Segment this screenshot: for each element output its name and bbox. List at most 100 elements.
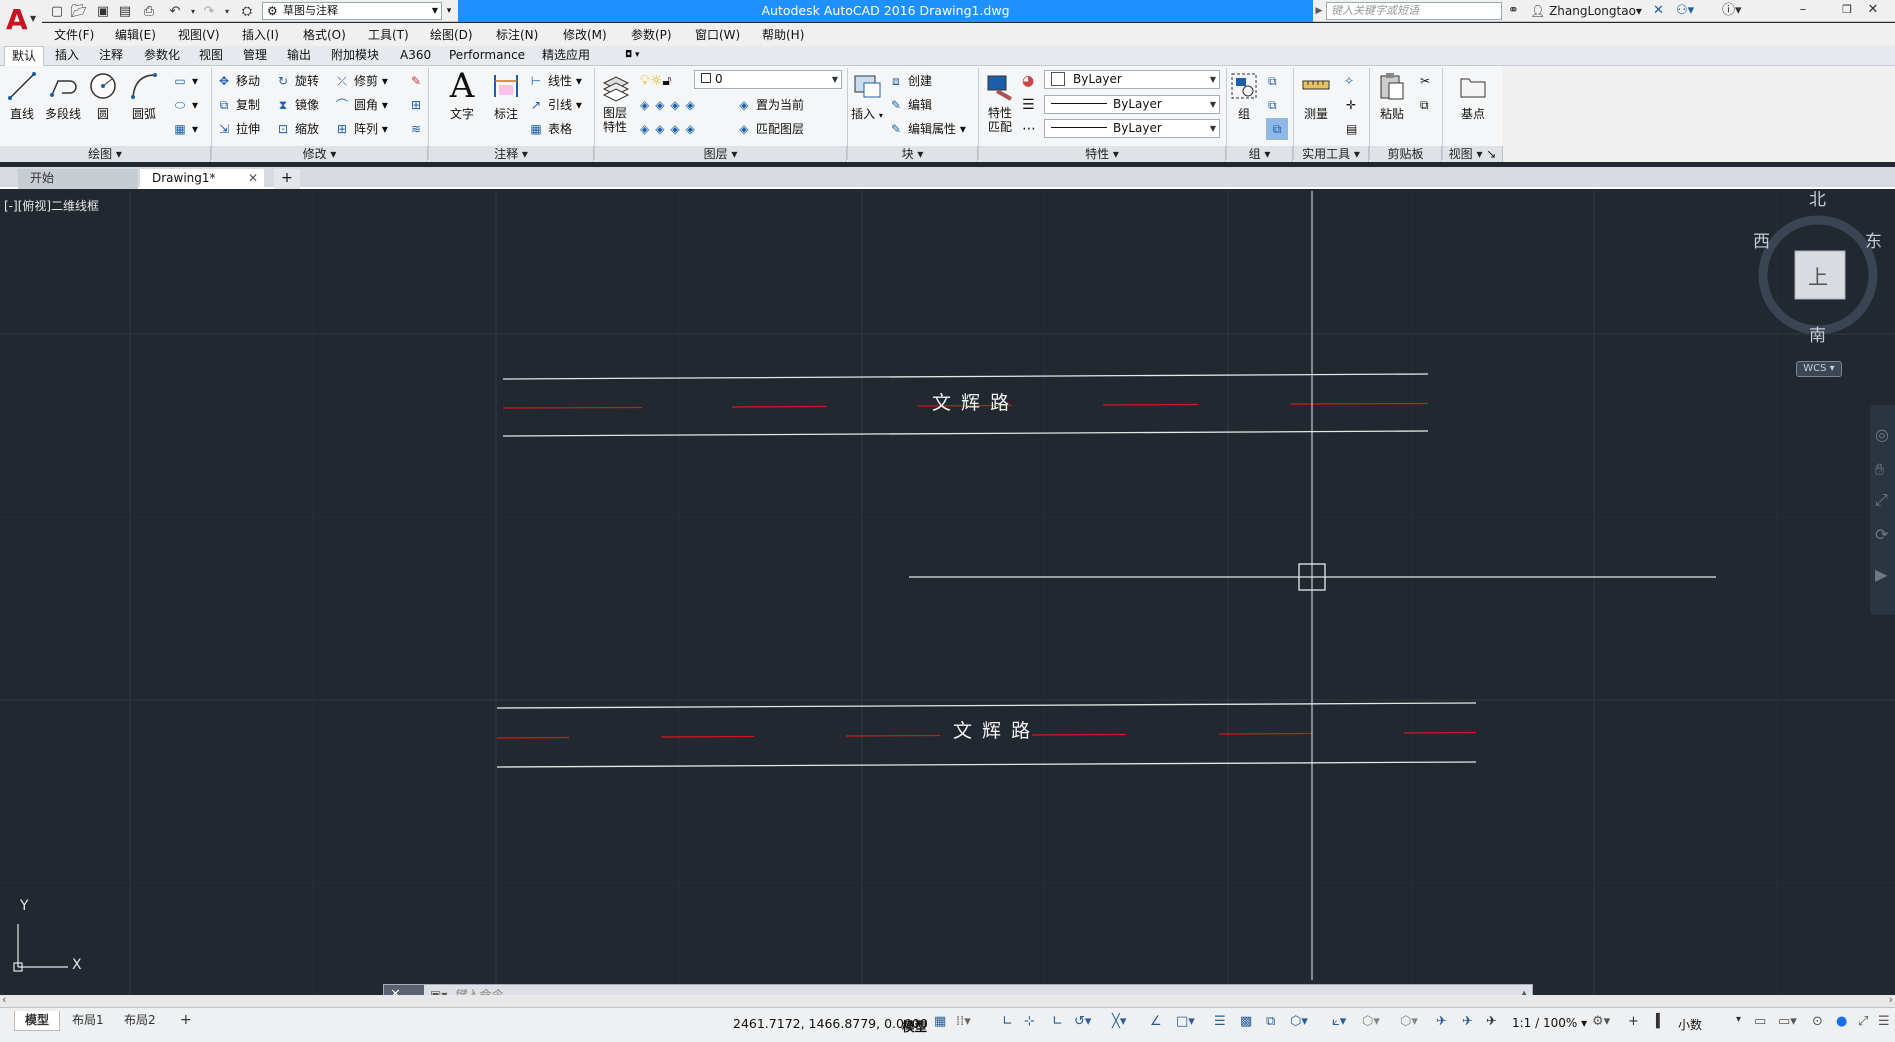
layer-properties-button[interactable]: 图层 特性 [598, 70, 632, 134]
color-wheel-icon[interactable]: ◕ [1022, 70, 1034, 92]
tab-performance[interactable]: Performance [442, 46, 532, 66]
object-snap-icon[interactable]: □▾ [1176, 1014, 1195, 1029]
road-1-name[interactable]: 文 辉 路 [932, 388, 1011, 415]
road-2-top-edge[interactable] [496, 702, 1477, 709]
units-dropdown-icon[interactable]: ▾ [1736, 1014, 1741, 1025]
scale-button[interactable]: ⊡ 缩放 [275, 118, 319, 140]
linear-dim-button[interactable]: ⊢ 线性 ▾ [528, 70, 582, 92]
selection-filter-icon[interactable]: ⬡▾ [1362, 1014, 1380, 1029]
wcs-menu-button[interactable]: WCS ▾ [1796, 361, 1842, 377]
create-block-button[interactable]: ⧈ 创建 [888, 70, 932, 92]
move-button[interactable]: ✥ 移动 [216, 70, 260, 92]
annotation-scale-value[interactable]: 1:1 / 100% ▾ [1512, 1016, 1587, 1030]
menu-draw[interactable]: 绘图(D) [430, 26, 473, 43]
table-button[interactable]: ▦ 表格 [528, 118, 572, 140]
undo-icon[interactable]: ↶ [166, 2, 184, 20]
scroll-left-icon[interactable]: ‹ [2, 993, 6, 1006]
viewport-controls-label[interactable]: [-][俯视]二维线框 [4, 197, 99, 214]
steering-wheel-icon[interactable]: ◎ [1875, 425, 1889, 444]
save-icon[interactable]: ▣ [94, 2, 112, 20]
menu-insert[interactable]: 插入(I) [242, 26, 279, 43]
layer-select[interactable]: 0 ▼ [694, 70, 842, 89]
new-file-icon[interactable]: ▢ [48, 2, 66, 20]
customize-quick-access-button[interactable]: ▾ [443, 2, 455, 20]
print-icon[interactable]: ⎙ [140, 2, 158, 20]
a360-icon[interactable]: ⚇▾ [1676, 2, 1694, 20]
lock-ui-icon[interactable]: ▭▾ [1778, 1014, 1797, 1029]
tab-annotate[interactable]: 注释 [92, 46, 130, 66]
color-select[interactable]: ByLayer ▼ [1044, 70, 1220, 89]
measure-button[interactable]: 测量 [1296, 70, 1336, 122]
erase-button[interactable]: ✎ [408, 70, 428, 92]
annotation-visibility-icon[interactable]: ✈ [1436, 1014, 1447, 1029]
panel-title-view[interactable]: 视图 ▾ ↘ [1443, 146, 1503, 162]
quick-properties-icon[interactable]: ▭ [1754, 1014, 1766, 1029]
point-icon[interactable]: ✛ [1346, 94, 1356, 116]
stretch-button[interactable]: ⇲ 拉伸 [216, 118, 260, 140]
trim-button[interactable]: ⤫ 修剪 ▾ [334, 70, 388, 92]
match-layer-button[interactable]: ◈ 匹配图层 [736, 118, 804, 140]
tab-insert[interactable]: 插入 [48, 46, 86, 66]
drawing-svg[interactable] [0, 191, 1895, 995]
exchange-apps-icon[interactable]: ✕ [1653, 2, 1664, 20]
linetype-icon[interactable]: ⋯ [1022, 118, 1036, 140]
panel-title-groups[interactable]: 组 ▾ [1227, 146, 1293, 162]
ribbon-minimize-icon[interactable]: ◘ ▾ [618, 46, 647, 66]
tab-a360[interactable]: A360 [393, 46, 438, 66]
menu-file[interactable]: 文件(F) [54, 26, 94, 43]
compass-south[interactable]: 南 [1809, 321, 1826, 346]
menu-modify[interactable]: 修改(M) [563, 26, 607, 43]
plot-icon[interactable]: ⛭ [238, 2, 256, 20]
dynamic-input-icon[interactable]: ⊹ [1024, 1014, 1035, 1029]
compass-west[interactable]: 西 [1753, 227, 1770, 252]
leader-button[interactable]: ↗ 引线 ▾ [528, 94, 582, 116]
tab-layout2[interactable]: 布局2 [114, 1011, 166, 1031]
menu-window[interactable]: 窗口(W) [695, 26, 740, 43]
menu-help[interactable]: 帮助(H) [762, 26, 804, 43]
coordinate-readout[interactable]: 2461.7172, 1466.8779, 0.0000 [733, 1016, 928, 1031]
transparency-icon[interactable]: ▩ [1240, 1014, 1252, 1029]
snap-mode-icon[interactable]: ⁞⁞▾ [956, 1014, 971, 1029]
group-edit-icon[interactable]: ⧉ [1268, 94, 1277, 116]
gizmo-icon[interactable]: ⬡▾ [1400, 1014, 1418, 1029]
close-tab-icon[interactable]: ✕ [248, 169, 258, 188]
edit-block-button[interactable]: ✎ 编辑 [888, 94, 932, 116]
polyline-button[interactable]: 多段线 [42, 70, 84, 122]
polar-tracking-icon[interactable]: ↺▾ [1074, 1014, 1091, 1029]
panel-title-modify[interactable]: 修改 ▾ [212, 146, 428, 162]
panel-title-utilities[interactable]: 实用工具 ▾ [1294, 146, 1369, 162]
rectangle-tool[interactable]: ▭ ▾ [172, 70, 198, 92]
text-button[interactable]: A 文字 [444, 66, 480, 122]
menu-edit[interactable]: 编辑(E) [115, 26, 156, 43]
ungroup-icon[interactable]: ⧉ [1268, 70, 1277, 92]
customize-icon[interactable]: ☰ [1878, 1014, 1890, 1029]
cut-icon[interactable]: ✂ [1420, 70, 1430, 92]
menu-parametric[interactable]: 参数(P) [631, 26, 672, 43]
road-1-bottom-edge[interactable] [502, 430, 1429, 437]
zoom-extents-icon[interactable]: ⤢ [1875, 490, 1888, 510]
infer-constraints-icon[interactable]: ∟ [1052, 1014, 1063, 1029]
search-expand-icon[interactable]: ▶ [1313, 2, 1325, 20]
lineweight-icon[interactable]: ☰ [1022, 94, 1035, 116]
panel-title-properties[interactable]: 特性 ▾ [979, 146, 1226, 162]
explode-button[interactable]: ⊞ [408, 94, 428, 116]
copy-clip-icon[interactable]: ⧉ [1420, 94, 1429, 116]
save-as-icon[interactable]: ▤ [116, 2, 134, 20]
help-icon[interactable]: ⓘ▾ [1722, 2, 1742, 20]
quick-select-icon[interactable]: ✧ [1344, 70, 1354, 92]
calculator-icon[interactable]: ▤ [1346, 118, 1357, 140]
layer-tools-row-1[interactable]: ◈◈◈◈ [640, 94, 701, 116]
3d-osnap-icon[interactable]: ⬡▾ [1290, 1014, 1308, 1029]
new-tab-plus-icon[interactable]: + [274, 169, 300, 189]
linetype-select[interactable]: ByLayer ▼ [1044, 95, 1220, 114]
panel-title-clipboard[interactable]: 剪贴板 [1370, 146, 1442, 162]
hatch-tool[interactable]: ▦ ▾ [172, 118, 198, 140]
lineweight-select[interactable]: ByLayer ▼ [1044, 119, 1220, 138]
tab-addins[interactable]: 附加模块 [324, 46, 386, 66]
minimize-icon[interactable]: – [1781, 0, 1825, 22]
object-snap-tracking-icon[interactable]: ∠ [1150, 1014, 1162, 1029]
application-menu-button[interactable]: A ▼ [0, 0, 42, 46]
search-input[interactable]: 键入关键字或短语 [1326, 2, 1502, 20]
menu-view[interactable]: 视图(V) [178, 26, 220, 43]
drawing-canvas[interactable]: [-][俯视]二维线框 文 辉 路 文 辉 路 北 南 东 西 上 WCS ▾ … [0, 191, 1895, 995]
